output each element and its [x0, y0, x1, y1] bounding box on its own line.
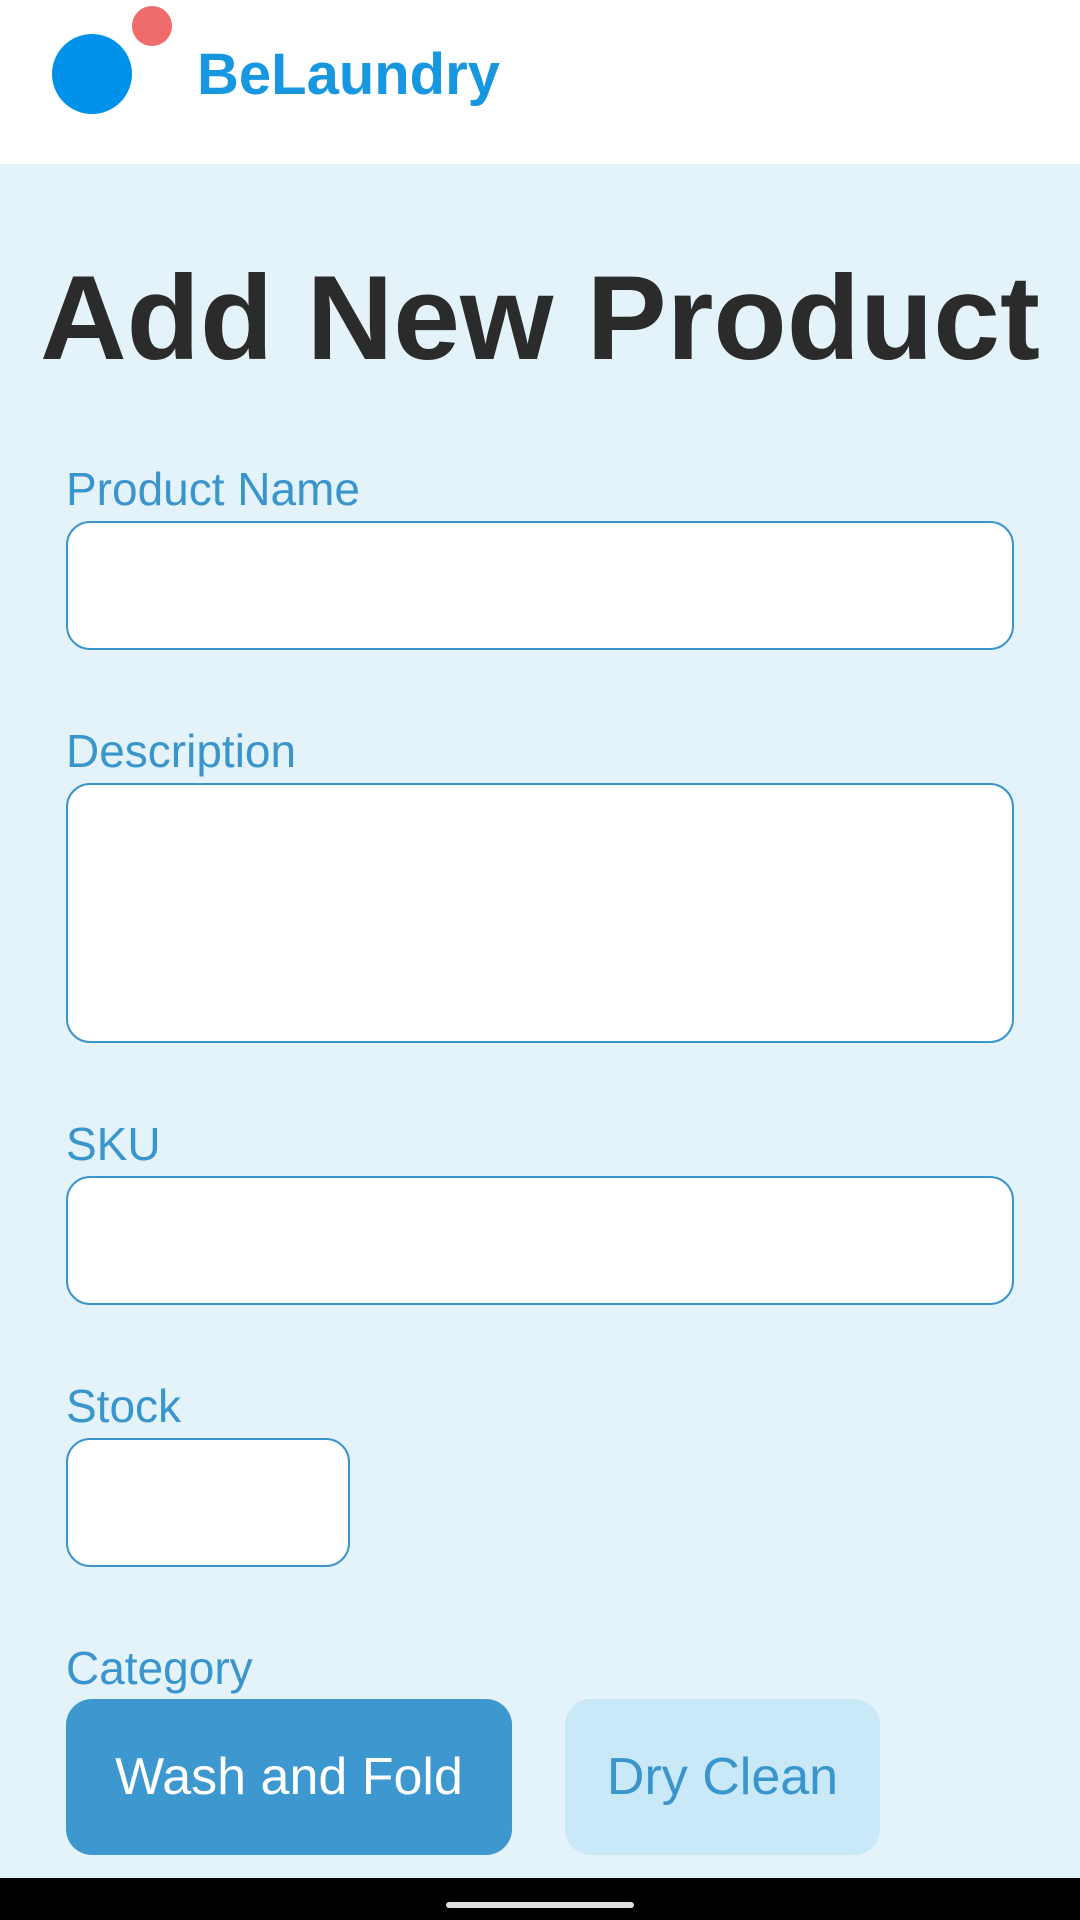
home-handle-icon[interactable] — [446, 1902, 634, 1908]
product-name-input[interactable] — [66, 521, 1014, 650]
description-textarea[interactable] — [66, 783, 1014, 1043]
system-navigation-bar — [0, 1878, 1080, 1920]
app-header: BeLaundry — [0, 0, 1080, 164]
brand-name: BeLaundry — [197, 42, 500, 107]
product-name-label: Product Name — [66, 463, 361, 515]
stock-input[interactable] — [66, 1438, 350, 1567]
sku-input[interactable] — [66, 1176, 1014, 1305]
category-chip-wash-and-fold[interactable]: Wash and Fold — [66, 1699, 512, 1855]
category-label: Category — [66, 1642, 253, 1694]
description-label: Description — [66, 725, 297, 777]
stock-label: Stock — [66, 1380, 182, 1432]
category-chip-dry-clean[interactable]: Dry Clean — [565, 1699, 880, 1855]
logo-blue-dot — [52, 34, 132, 114]
page-title: Add New Product — [39, 251, 1041, 385]
logo-red-dot — [132, 6, 172, 46]
sku-label: SKU — [66, 1118, 161, 1170]
belaundry-logo-icon — [52, 6, 176, 116]
